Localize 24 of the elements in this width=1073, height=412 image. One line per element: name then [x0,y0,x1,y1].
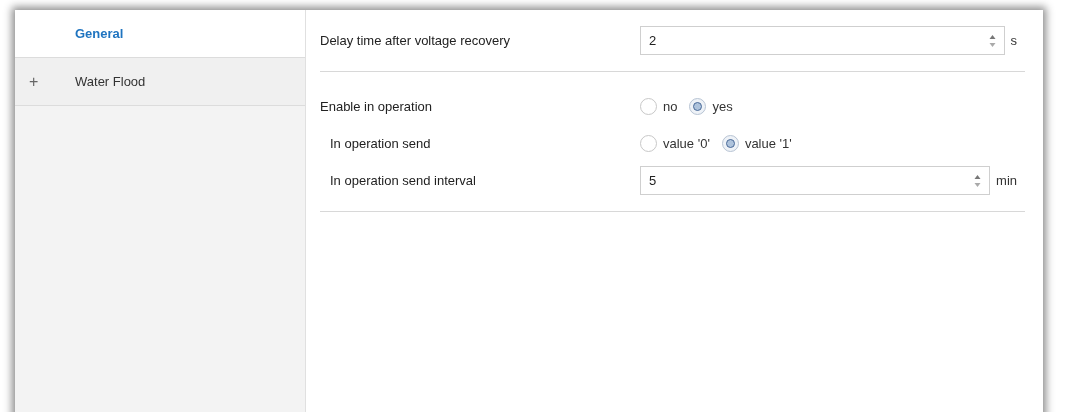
setting-label: Enable in operation [320,97,434,116]
radio-option[interactable]: value '1' [721,133,792,154]
radio-button[interactable] [640,135,657,152]
radio-button[interactable] [640,98,657,115]
radio-option[interactable]: value '0' [640,133,710,154]
unit-label: min [996,171,1017,190]
number-input[interactable]: 2 [649,30,989,51]
radio-option[interactable]: no [640,96,678,117]
setting-label: In operation send interval [329,171,477,190]
expand-icon[interactable]: + [29,72,39,90]
sidebar-item[interactable]: General [15,10,305,58]
number-field[interactable]: 5 [640,166,991,195]
spinner-arrows-icon[interactable] [988,33,996,48]
sidebar-label: Water Flood [75,72,146,91]
radio-button[interactable] [689,98,707,115]
setting-label: In operation send [329,134,432,153]
radio-button[interactable] [721,135,739,152]
spinner-arrows-icon[interactable] [974,173,982,188]
setting-label: Delay time after voltage recovery [320,31,512,50]
radio-option[interactable]: yes [689,96,733,117]
unit-label: s [1010,31,1017,50]
number-input[interactable]: 5 [649,170,975,191]
number-field[interactable]: 2 [640,26,1005,55]
sidebar-label: General [75,24,124,43]
